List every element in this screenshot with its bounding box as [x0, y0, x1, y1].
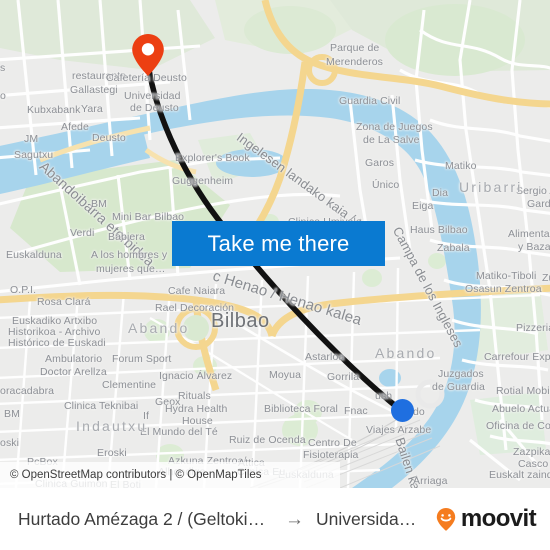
moovit-route-screen: Abandoibarra etorbidea Ingelesen landako…: [0, 0, 550, 550]
take-me-there-button[interactable]: Take me there: [172, 221, 385, 266]
moovit-logo[interactable]: moovit: [433, 505, 537, 533]
arrow-right-icon: →: [285, 508, 304, 530]
attribution-text: © OpenStreetMap contributors | © OpenMap…: [10, 469, 262, 481]
origin-dot[interactable]: [391, 399, 414, 422]
route-footer: Hurtado Amézaga 2 / (Geltokia… → Univers…: [0, 488, 550, 550]
moovit-wordmark: moovit: [460, 505, 537, 532]
origin-label: Hurtado Amézaga 2 / (Geltokia…: [18, 508, 273, 529]
map-canvas[interactable]: Abandoibarra etorbidea Ingelesen landako…: [0, 0, 550, 488]
moovit-pin-icon: [436, 508, 456, 531]
map-attribution[interactable]: © OpenStreetMap contributors | © OpenMap…: [0, 462, 340, 488]
destination-label: Universidad De …: [316, 508, 423, 529]
